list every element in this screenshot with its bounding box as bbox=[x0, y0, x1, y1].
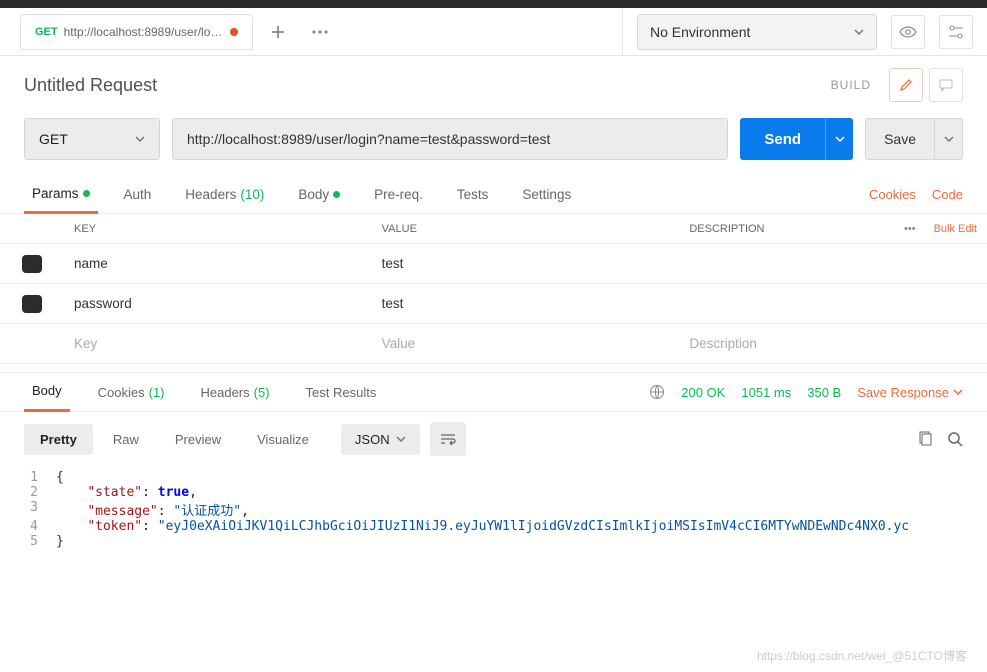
active-dot-icon bbox=[83, 190, 90, 197]
response-body[interactable]: 1{ 2 "state": true, 3 "message": "认证成功",… bbox=[0, 466, 987, 553]
view-raw[interactable]: Raw bbox=[97, 424, 155, 455]
view-pretty[interactable]: Pretty bbox=[24, 424, 93, 455]
unsaved-dot-icon bbox=[230, 28, 238, 36]
search-icon[interactable] bbox=[947, 431, 963, 447]
table-row-new bbox=[0, 324, 987, 364]
tab-title: http://localhost:8989/user/login... bbox=[64, 25, 224, 39]
resp-tab-body[interactable]: Body bbox=[24, 372, 70, 412]
new-tab-button[interactable] bbox=[261, 15, 295, 49]
tab-headers[interactable]: Headers (10) bbox=[177, 176, 272, 214]
tab-prereq[interactable]: Pre-req. bbox=[366, 176, 431, 214]
save-button[interactable]: Save bbox=[865, 118, 963, 160]
save-response-button[interactable]: Save Response bbox=[857, 385, 963, 400]
cookies-link[interactable]: Cookies bbox=[869, 187, 916, 202]
col-value: VALUE bbox=[372, 223, 680, 235]
watermark: https://blog.csdn.net/wei_@51CTO博客 bbox=[757, 647, 967, 664]
param-desc-input[interactable] bbox=[679, 324, 987, 363]
tab-method: GET bbox=[35, 26, 58, 38]
param-value-input[interactable] bbox=[372, 324, 680, 363]
status-text: 200 OK bbox=[681, 385, 725, 400]
resp-tab-cookies[interactable]: Cookies (1) bbox=[90, 372, 173, 412]
tab-params[interactable]: Params bbox=[24, 176, 98, 214]
more-icon[interactable]: ••• bbox=[904, 223, 916, 235]
view-preview[interactable]: Preview bbox=[159, 424, 237, 455]
bulk-edit-link[interactable]: Bulk Edit bbox=[934, 223, 977, 235]
col-desc: DESCRIPTION bbox=[689, 223, 764, 235]
view-visualize[interactable]: Visualize bbox=[241, 424, 325, 455]
format-select[interactable]: JSON bbox=[341, 424, 420, 455]
send-button[interactable]: Send bbox=[740, 118, 853, 160]
resp-tab-headers[interactable]: Headers (5) bbox=[193, 372, 278, 412]
tab-auth[interactable]: Auth bbox=[116, 176, 160, 214]
url-input[interactable] bbox=[172, 118, 728, 160]
settings-button[interactable] bbox=[939, 15, 973, 49]
col-key: KEY bbox=[64, 223, 372, 235]
method-value: GET bbox=[39, 131, 68, 147]
tab-tests[interactable]: Tests bbox=[449, 176, 497, 214]
comments-button[interactable] bbox=[929, 68, 963, 102]
time-text: 1051 ms bbox=[741, 385, 791, 400]
param-value[interactable]: test bbox=[372, 296, 680, 311]
tab-body[interactable]: Body bbox=[290, 176, 348, 214]
table-row: ✓ name test bbox=[0, 244, 987, 284]
wrap-button[interactable] bbox=[430, 422, 466, 456]
param-value[interactable]: test bbox=[372, 256, 680, 271]
resp-tab-tests[interactable]: Test Results bbox=[298, 372, 385, 412]
param-key[interactable]: password bbox=[64, 296, 372, 311]
tab-settings[interactable]: Settings bbox=[514, 176, 579, 214]
request-title[interactable]: Untitled Request bbox=[24, 75, 157, 96]
environment-label: No Environment bbox=[650, 24, 750, 40]
row-checkbox[interactable]: ✓ bbox=[22, 295, 42, 313]
save-dropdown[interactable] bbox=[934, 118, 962, 160]
row-checkbox[interactable]: ✓ bbox=[22, 255, 42, 273]
chevron-down-icon bbox=[135, 136, 145, 142]
copy-icon[interactable] bbox=[917, 431, 933, 447]
globe-icon[interactable] bbox=[649, 384, 665, 400]
param-key[interactable]: name bbox=[64, 256, 372, 271]
param-key-input[interactable] bbox=[64, 324, 372, 363]
send-dropdown[interactable] bbox=[825, 118, 853, 160]
table-row: ✓ password test bbox=[0, 284, 987, 324]
size-text: 350 B bbox=[807, 385, 841, 400]
chevron-down-icon bbox=[396, 436, 406, 442]
environment-select[interactable]: No Environment bbox=[637, 14, 877, 50]
tab-options-button[interactable] bbox=[303, 15, 337, 49]
code-link[interactable]: Code bbox=[932, 187, 963, 202]
active-dot-icon bbox=[333, 191, 340, 198]
build-label[interactable]: BUILD bbox=[831, 78, 871, 92]
request-tab[interactable]: GET http://localhost:8989/user/login... bbox=[20, 14, 253, 50]
method-select[interactable]: GET bbox=[24, 118, 160, 160]
edit-button[interactable] bbox=[889, 68, 923, 102]
chevron-down-icon bbox=[854, 29, 864, 35]
environment-preview-button[interactable] bbox=[891, 15, 925, 49]
